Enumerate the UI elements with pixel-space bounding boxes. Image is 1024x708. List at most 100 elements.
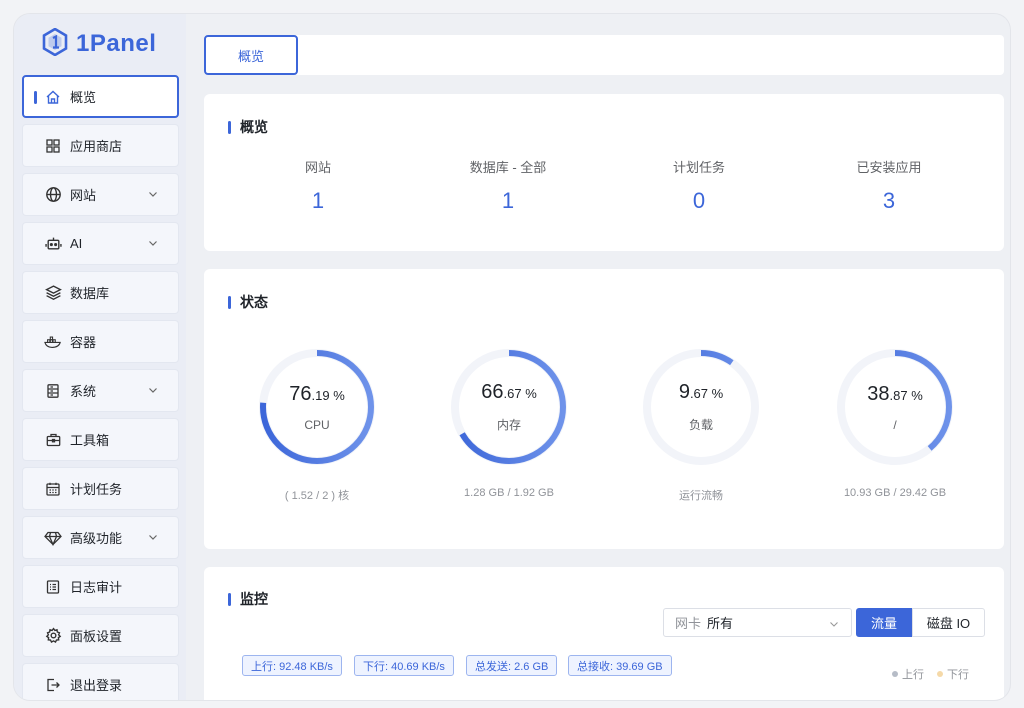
sidebar-item-label: 系统 [70,384,97,399]
disk-io-toggle-button[interactable]: 磁盘 IO [912,608,985,637]
stat-label: 网站 [304,160,331,175]
gauge-3[interactable]: 38.87 % / 10.93 GB / 29.42 GB [800,345,990,499]
sidebar-item-advanced[interactable]: 高级功能 [22,516,179,559]
gauge-1[interactable]: 66.67 % 内存 1.28 GB / 1.92 GB [414,345,604,499]
gauge-decimal: .87 [889,387,908,403]
legend-label: 上行 [902,669,924,681]
app-window: 1Panel 概览 应用商店 网站 AI 数据库 容器 系统 工具箱 计划任务 … [14,14,1010,700]
legend-upload[interactable]: 上行 [892,666,924,682]
total-sent-badge: 总发送: 2.6 GB [466,655,558,676]
sidebar-item-ai[interactable]: AI [22,222,179,265]
sidebar-item-containers[interactable]: 容器 [22,320,179,363]
monitor-card: 监控 网卡 所有 流量 磁盘 IO 上行: 92.48 KB/s 下行: 40.… [204,567,1004,700]
gauge-footer: 1.28 GB / 1.92 GB [464,487,554,499]
gauge-value: 66.67 % [481,381,537,404]
chevron-down-icon [830,622,838,627]
gauge-label: CPU [304,417,330,432]
stat-installed-apps[interactable]: 已安装应用 3 [794,157,984,214]
gauge-int: 38 [867,382,890,405]
server-icon [44,382,62,400]
globe-icon [44,186,62,204]
main-content: 概览 概览 网站 1 数据库 - 全部 1 计划任务 0 已安装应用 3 状态 … [204,14,1006,700]
stat-value[interactable]: 0 [604,188,794,214]
stat-cron-jobs[interactable]: 计划任务 0 [604,157,794,214]
gauge-decimal: .67 [689,386,709,401]
upload-rate-badge: 上行: 92.48 KB/s [242,655,342,676]
sidebar-item-label: 工具箱 [70,433,110,448]
sidebar-item-cron[interactable]: 计划任务 [22,467,179,510]
sidebar-item-logs[interactable]: 日志审计 [22,565,179,608]
sidebar-item-label: 概览 [70,90,97,105]
sidebar-item-toolbox[interactable]: 工具箱 [22,418,179,461]
gauge-decimal: .67 [503,386,522,401]
toolbox-icon [44,431,62,449]
gauge-value: 76.19 % [289,383,345,406]
grid-icon [44,137,62,155]
gauge-unit: % [708,386,724,401]
nic-select[interactable]: 网卡 所有 [663,608,852,637]
overview-title: 概览 [228,117,268,137]
gauge-footer: ( 1.52 / 2 ) 核 [284,490,350,502]
tab-overview[interactable]: 概览 [204,35,298,75]
sidebar: 1Panel 概览 应用商店 网站 AI 数据库 容器 系统 工具箱 计划任务 … [14,14,186,700]
diamond-icon [44,529,62,547]
gauge-center: 66.67 % 内存 [414,345,604,469]
gauge-footer: 运行流畅 [679,490,723,502]
chevron-down-icon [149,241,157,246]
sidebar-menu: 概览 应用商店 网站 AI 数据库 容器 系统 工具箱 计划任务 高级功能 日志… [22,75,179,700]
title-accent-bar [228,295,231,309]
log-icon [44,578,62,596]
chevron-down-icon [149,192,157,197]
gauge-int: 66 [481,381,504,403]
sidebar-item-label: 退出登录 [70,678,123,693]
gauge-label: 负载 [688,418,713,432]
gauge-int: 9 [678,381,690,403]
docker-icon [44,333,62,351]
traffic-toggle-button[interactable]: 流量 [856,608,912,637]
select-value: 所有 [707,616,734,631]
gauge-unit: % [907,387,923,403]
gauge-center: 76.19 % CPU [222,345,412,469]
sidebar-item-settings[interactable]: 面板设置 [22,614,179,657]
gauge-value: 9.67 % [679,381,723,404]
logo-icon [42,26,68,61]
home-icon [44,88,62,106]
chevron-down-icon [149,535,157,540]
card-title-text: 概览 [240,119,268,135]
sidebar-item-system[interactable]: 系统 [22,369,179,412]
title-accent-bar [228,592,231,606]
stat-value[interactable]: 1 [413,188,603,214]
card-title-text: 监控 [240,591,268,607]
sidebar-item-label: 计划任务 [70,482,123,497]
overview-card: 概览 网站 1 数据库 - 全部 1 计划任务 0 已安装应用 3 [204,94,1004,251]
sidebar-item-overview[interactable]: 概览 [22,75,179,118]
card-title-text: 状态 [240,294,268,310]
sidebar-item-logout[interactable]: 退出登录 [22,663,179,700]
gauge-unit: % [329,387,345,403]
stat-value[interactable]: 3 [794,188,984,214]
stat-value[interactable]: 1 [223,188,413,214]
stat-databases[interactable]: 数据库 - 全部 1 [413,157,603,214]
gauge-int: 76 [289,382,312,405]
stat-label: 已安装应用 [856,160,922,175]
stat-websites[interactable]: 网站 1 [223,157,413,214]
sidebar-item-app-store[interactable]: 应用商店 [22,124,179,167]
logo[interactable]: 1Panel [42,26,156,62]
status-card: 状态 76.19 % CPU ( 1.52 / 2 ) 核 66.67 % 内存 1.28… [204,269,1004,549]
stat-label: 数据库 - 全部 [469,160,547,175]
sidebar-item-database[interactable]: 数据库 [22,271,179,314]
robot-icon [44,235,62,253]
legend-label: 下行 [947,669,969,681]
gauge-decimal: .19 [311,387,330,403]
tab-bar: 概览 [204,35,1004,75]
sidebar-item-websites[interactable]: 网站 [22,173,179,216]
stat-label: 计划任务 [672,160,725,175]
gear-icon [44,627,62,645]
select-prefix: 网卡 [675,616,702,631]
sidebar-item-label: 日志审计 [70,580,123,595]
logout-icon [44,676,62,694]
legend-download[interactable]: 下行 [937,666,969,682]
gauge-0[interactable]: 76.19 % CPU ( 1.52 / 2 ) 核 [222,345,412,503]
gauge-2[interactable]: 9.67 % 负载运行流畅 [606,345,796,503]
monitor-title: 监控 [228,589,268,609]
